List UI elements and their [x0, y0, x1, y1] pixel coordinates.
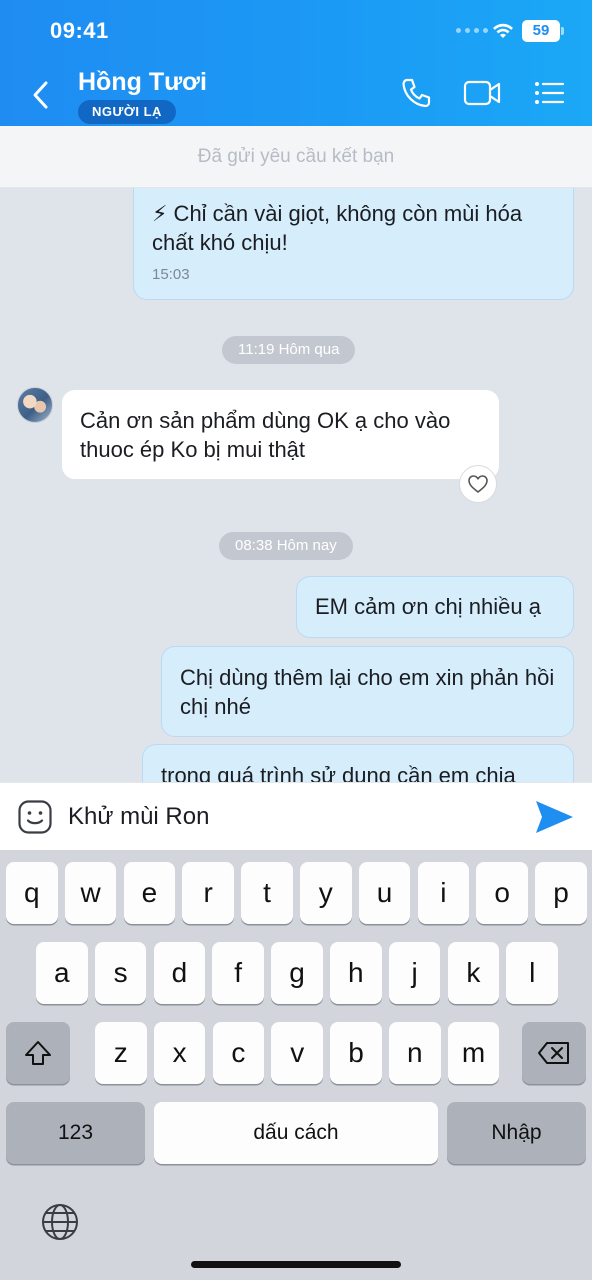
key-d[interactable]: d — [153, 942, 206, 1004]
delete-key[interactable] — [522, 1022, 586, 1084]
message-input[interactable] — [68, 801, 508, 833]
key-w[interactable]: w — [64, 862, 117, 924]
video-call-icon[interactable] — [462, 76, 502, 110]
key-p[interactable]: p — [535, 862, 587, 924]
space-key[interactable]: dấu cách — [154, 1102, 438, 1164]
key-u[interactable]: u — [358, 862, 411, 924]
key-r[interactable]: r — [182, 862, 234, 924]
send-icon[interactable] — [534, 799, 574, 835]
key-s[interactable]: s — [94, 942, 147, 1004]
message-text: trong quá trình sử dụng cần em chia — [161, 763, 516, 782]
back-chevron-icon[interactable] — [26, 78, 56, 112]
stranger-badge: NGƯỜI LẠ — [78, 100, 176, 124]
battery-indicator: 59 — [522, 20, 564, 42]
phone-call-icon[interactable] — [400, 76, 432, 110]
key-h[interactable]: h — [330, 942, 382, 1004]
key-e[interactable]: e — [123, 862, 176, 924]
key-m[interactable]: m — [447, 1022, 500, 1084]
date-separator: 08:38 Hôm nay — [219, 532, 353, 560]
friend-request-status: Đã gửi yêu cầu kết bạn — [0, 126, 592, 188]
date-separator: 11:19 Hôm qua — [222, 336, 356, 364]
home-indicator — [191, 1261, 401, 1268]
key-z[interactable]: z — [95, 1022, 147, 1084]
heart-react-icon[interactable] — [459, 465, 497, 503]
key-j[interactable]: j — [388, 942, 441, 1004]
sticker-icon[interactable] — [17, 799, 53, 835]
key-o[interactable]: o — [476, 862, 528, 924]
message-text: EM cảm ơn chị nhiều ạ — [315, 594, 541, 619]
status-time: 09:41 — [50, 18, 109, 43]
message-text: ⚡ Chỉ cần vài giọt, không còn mùi hóa ch… — [152, 201, 523, 255]
key-t[interactable]: t — [241, 862, 293, 924]
chat-header: 09:41 59 Hồng Tươi NGƯỜI LẠ — [0, 0, 592, 126]
shift-key[interactable] — [6, 1022, 70, 1084]
numbers-key[interactable]: 123 — [6, 1102, 145, 1164]
contact-avatar[interactable] — [17, 387, 53, 423]
wifi-icon — [493, 23, 513, 38]
key-c[interactable]: c — [212, 1022, 265, 1084]
key-l[interactable]: l — [506, 942, 558, 1004]
key-k[interactable]: k — [447, 942, 500, 1004]
key-y[interactable]: y — [300, 862, 352, 924]
key-f[interactable]: f — [212, 942, 264, 1004]
chat-messages[interactable]: ⚡ Chỉ cần vài giọt, không còn mùi hóa ch… — [0, 188, 592, 782]
menu-list-icon[interactable] — [532, 76, 566, 110]
key-i[interactable]: i — [417, 862, 470, 924]
message-bubble-outgoing[interactable]: Chị dùng thêm lại cho em xin phản hồi ch… — [161, 646, 574, 737]
key-x[interactable]: x — [153, 1022, 206, 1084]
message-bubble-outgoing[interactable]: EM cảm ơn chị nhiều ạ — [296, 576, 574, 638]
message-bubble-outgoing[interactable]: trong quá trình sử dụng cần em chia — [142, 744, 574, 782]
message-text: Chị dùng thêm lại cho em xin phản hồi ch… — [180, 665, 555, 719]
message-composer — [0, 782, 592, 850]
key-q[interactable]: q — [6, 862, 58, 924]
message-text: Cản ơn sản phẩm dùng OK ạ cho vào thuoc … — [80, 408, 451, 462]
message-bubble-outgoing[interactable]: ⚡ Chỉ cần vài giọt, không còn mùi hóa ch… — [133, 188, 574, 300]
key-a[interactable]: a — [36, 942, 88, 1004]
key-b[interactable]: b — [330, 1022, 382, 1084]
return-key[interactable]: Nhập — [447, 1102, 586, 1164]
key-g[interactable]: g — [271, 942, 323, 1004]
contact-name[interactable]: Hồng Tươi — [78, 68, 207, 97]
key-v[interactable]: v — [271, 1022, 323, 1084]
message-bubble-incoming[interactable]: Cản ơn sản phẩm dùng OK ạ cho vào thuoc … — [61, 389, 500, 480]
message-time: 15:03 — [152, 266, 190, 283]
key-n[interactable]: n — [389, 1022, 441, 1084]
cellular-signal-icon — [456, 28, 488, 33]
on-screen-keyboard: 123 dấu cách Nhập qwertyuiop asdfghjkl zxc… — [0, 850, 592, 1280]
globe-icon[interactable] — [40, 1202, 80, 1242]
